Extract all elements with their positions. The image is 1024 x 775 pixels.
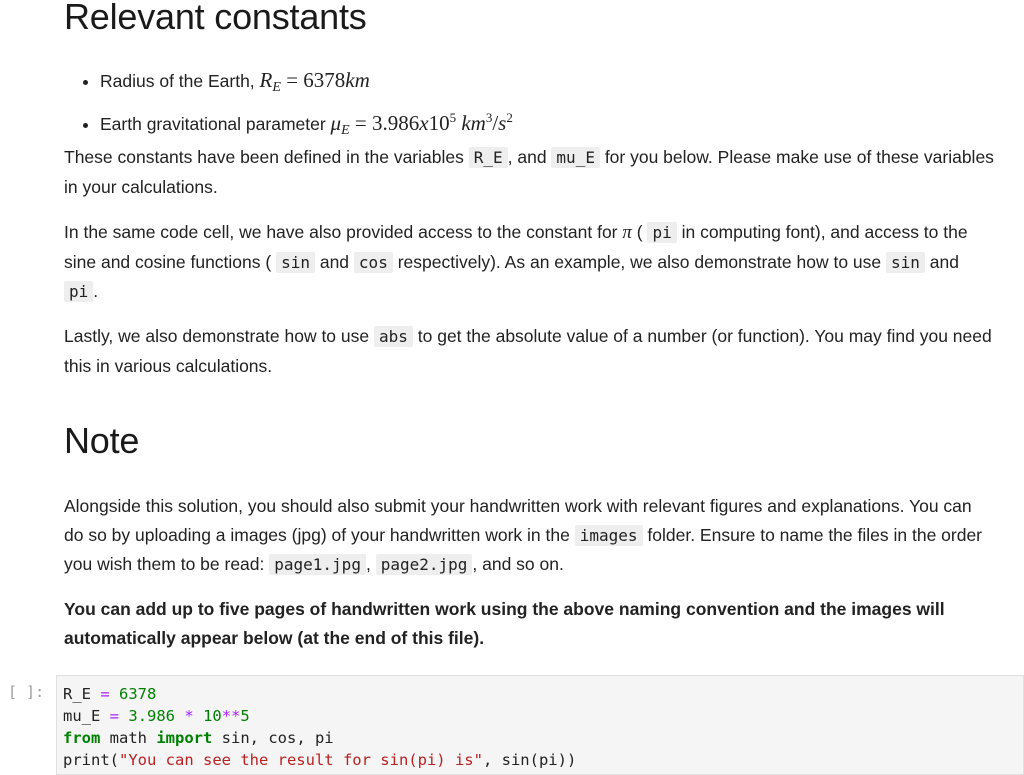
math-gravitational-parameter: μE = 3.986x105 km3/s2 bbox=[330, 110, 513, 138]
inline-code-sin: sin bbox=[276, 251, 315, 273]
paragraph-handwritten: Alongside this solution, you should also… bbox=[64, 496, 983, 575]
inline-code-pi-2: pi bbox=[64, 281, 94, 302]
math-pi: π bbox=[622, 222, 632, 243]
inline-code-R_E: R_E bbox=[468, 147, 508, 168]
cell-prompt: [ ]: bbox=[8, 683, 45, 701]
code-line-2: mu_E = 3.986 * 10**5 bbox=[63, 707, 250, 725]
inline-code-abs: abs bbox=[373, 326, 413, 347]
code-line-4: print("You can see the result for sin(pi… bbox=[63, 751, 577, 769]
inline-code-cos: cos bbox=[353, 251, 393, 273]
list-item-gravitational-parameter: Earth gravitational parameter μE = 3.986… bbox=[100, 103, 994, 146]
inline-code-images: images bbox=[574, 524, 643, 546]
markdown-cell-constants: Relevant constants bbox=[64, 0, 994, 38]
paragraph-bold-note: You can add up to five pages of handwrit… bbox=[64, 599, 945, 648]
paragraph-functions: In the same code cell, we have also prov… bbox=[64, 222, 968, 302]
math-earth-radius: RE = 6378km bbox=[259, 68, 370, 95]
code-line-3: from math import sin, cos, pi bbox=[63, 729, 334, 747]
heading-relevant-constants: Relevant constants bbox=[64, 0, 367, 37]
inline-code-mu_E: mu_E bbox=[551, 147, 600, 168]
code-cell-source[interactable]: R_E = 6378 mu_E = 3.986 * 10**5 from mat… bbox=[63, 683, 576, 771]
inline-code-pi: pi bbox=[647, 222, 677, 243]
constants-list: Radius of the Earth, RE = 6378km Earth g… bbox=[64, 65, 994, 146]
paragraph-abs: Lastly, we also demonstrate how to use a… bbox=[64, 326, 992, 376]
markdown-cell-note: Note bbox=[64, 420, 994, 462]
inline-code-page2: page2.jpg bbox=[375, 554, 473, 575]
code-line-1: R_E = 6378 bbox=[63, 685, 157, 703]
paragraph-variables: These constants have been defined in the… bbox=[64, 147, 994, 197]
heading-note: Note bbox=[64, 420, 140, 461]
list-item-earth-radius: Radius of the Earth, RE = 6378km bbox=[100, 65, 994, 103]
inline-code-page1: page1.jpg bbox=[269, 554, 366, 575]
inline-code-sin-2: sin bbox=[886, 251, 925, 273]
